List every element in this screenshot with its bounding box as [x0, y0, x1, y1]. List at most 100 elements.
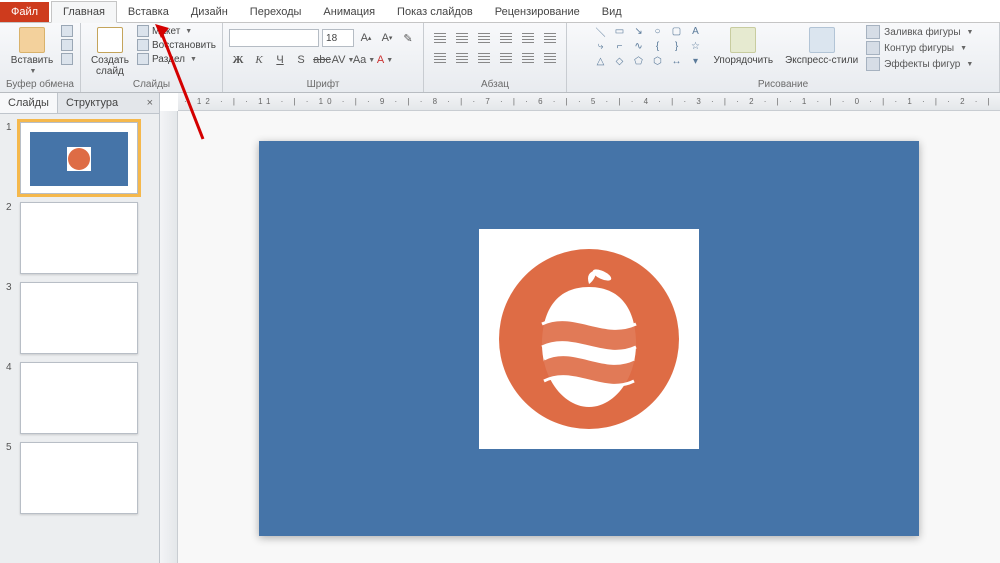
vertical-ruler[interactable] — [160, 111, 178, 563]
align-left-button[interactable] — [430, 49, 450, 67]
shape-rrect-icon[interactable]: ▢ — [669, 25, 685, 37]
ribbon-tab-strip: Файл Главная Вставка Дизайн Переходы Ани… — [0, 0, 1000, 23]
shapes-more-button[interactable]: ▾ — [688, 55, 704, 67]
decrease-indent-button[interactable] — [474, 29, 494, 47]
reset-icon — [137, 39, 149, 51]
font-color-button[interactable]: A▼ — [376, 51, 394, 69]
text-direction-button[interactable] — [540, 29, 560, 47]
paste-button[interactable]: Вставить ▼ — [7, 25, 57, 77]
numbering-button[interactable] — [452, 29, 472, 47]
arrange-button[interactable]: Упорядочить — [710, 25, 778, 68]
workspace: Слайды Структура × 1 2 3 4 5 — [0, 93, 1000, 563]
shape-connector-icon[interactable]: ⤷ — [593, 40, 609, 52]
thumbnail-2[interactable]: 2 — [0, 198, 159, 278]
tab-review[interactable]: Рецензирование — [484, 2, 591, 22]
shape-brace-icon[interactable]: { — [650, 40, 666, 52]
format-painter-button[interactable] — [61, 53, 73, 65]
group-font: 18 A▴ A▾ ✎ Ж К Ч S abc AV▼ Aa▼ A▼ Шрифт — [223, 23, 424, 92]
tab-design[interactable]: Дизайн — [180, 2, 239, 22]
paste-label: Вставить — [11, 55, 53, 66]
shape-text-icon[interactable]: A — [688, 25, 704, 37]
font-size-select[interactable]: 18 — [322, 29, 354, 47]
reset-button[interactable]: Восстановить — [137, 39, 216, 51]
new-slide-label: Создать слайд — [91, 55, 129, 77]
cut-button[interactable] — [61, 25, 73, 37]
strike-button[interactable]: abc — [313, 51, 331, 69]
group-label-slides: Слайды — [133, 79, 170, 92]
horizontal-ruler[interactable]: · 12 · | · 11 · | · 10 · | · 9 · | · 8 ·… — [178, 93, 1000, 111]
paste-icon — [19, 27, 45, 53]
font-family-select[interactable] — [229, 29, 319, 47]
thumbnail-1[interactable]: 1 — [0, 118, 159, 198]
align-center-button[interactable] — [452, 49, 472, 67]
tab-file[interactable]: Файл — [0, 2, 49, 22]
increase-indent-button[interactable] — [496, 29, 516, 47]
thumbnail-5[interactable]: 5 — [0, 438, 159, 518]
shape-line-icon[interactable]: ＼ — [593, 25, 609, 37]
slides-panel: Слайды Структура × 1 2 3 4 5 — [0, 93, 160, 563]
line-spacing-button[interactable] — [518, 29, 538, 47]
tab-animation[interactable]: Анимация — [312, 2, 386, 22]
shape-more-2[interactable]: ◇ — [612, 55, 628, 67]
section-button[interactable]: Раздел▼ — [137, 53, 216, 65]
tab-slideshow[interactable]: Показ слайдов — [386, 2, 484, 22]
shadow-button[interactable]: S — [292, 51, 310, 69]
shape-more-5[interactable]: ↔ — [669, 55, 685, 67]
group-slides: Создать слайд Макет▼ Восстановить Раздел… — [81, 23, 223, 92]
justify-button[interactable] — [496, 49, 516, 67]
arrange-icon — [730, 27, 756, 53]
panel-tab-slides[interactable]: Слайды — [0, 93, 58, 113]
quick-styles-button[interactable]: Экспресс-стили — [781, 25, 862, 68]
case-button[interactable]: Aa▼ — [355, 51, 373, 69]
tab-insert[interactable]: Вставка — [117, 2, 180, 22]
shape-outline-button[interactable]: Контур фигуры▼ — [866, 41, 973, 55]
chevron-down-icon: ▼ — [30, 68, 37, 75]
shape-brace2-icon[interactable]: } — [669, 40, 685, 52]
tab-home[interactable]: Главная — [51, 1, 117, 23]
shape-arrow-icon[interactable]: ↘ — [631, 25, 647, 37]
slide-1[interactable] — [259, 141, 919, 536]
section-icon — [137, 53, 149, 65]
shape-star-icon[interactable]: ☆ — [688, 40, 704, 52]
brush-icon — [61, 53, 73, 65]
shape-more-1[interactable]: △ — [593, 55, 609, 67]
align-right-button[interactable] — [474, 49, 494, 67]
smartart-button[interactable] — [540, 49, 560, 67]
bullets-button[interactable] — [430, 29, 450, 47]
quick-styles-icon — [809, 27, 835, 53]
shape-effects-button[interactable]: Эффекты фигур▼ — [866, 57, 973, 71]
shape-rect-icon[interactable]: ▭ — [612, 25, 628, 37]
canvas[interactable] — [178, 111, 1000, 563]
columns-button[interactable] — [518, 49, 538, 67]
shape-more-4[interactable]: ⬡ — [650, 55, 666, 67]
new-slide-button[interactable]: Создать слайд — [87, 25, 133, 79]
shape-curve-icon[interactable]: ∿ — [631, 40, 647, 52]
panel-close-button[interactable]: × — [141, 93, 159, 113]
tab-view[interactable]: Вид — [591, 2, 633, 22]
grow-font-button[interactable]: A▴ — [357, 29, 375, 47]
ribbon: Вставить ▼ Буфер обмена Создать слайд Ма… — [0, 23, 1000, 93]
group-label-drawing: Рисование — [758, 79, 808, 92]
shape-elbow-icon[interactable]: ⌐ — [612, 40, 628, 52]
copy-button[interactable] — [61, 39, 73, 51]
clear-format-button[interactable]: ✎ — [399, 29, 417, 47]
shape-oval-icon[interactable]: ○ — [650, 25, 666, 37]
underline-button[interactable]: Ч — [271, 51, 289, 69]
effects-icon — [866, 57, 880, 71]
group-label-clipboard: Буфер обмена — [6, 79, 74, 92]
shape-fill-button[interactable]: Заливка фигуры▼ — [866, 25, 973, 39]
layout-button[interactable]: Макет▼ — [137, 25, 216, 37]
thumbnail-3[interactable]: 3 — [0, 278, 159, 358]
shape-more-3[interactable]: ⬠ — [631, 55, 647, 67]
thumbnail-4[interactable]: 4 — [0, 358, 159, 438]
shrink-font-button[interactable]: A▾ — [378, 29, 396, 47]
spacing-button[interactable]: AV▼ — [334, 51, 352, 69]
shapes-gallery[interactable]: ＼ ▭ ↘ ○ ▢ A ⤷ ⌐ ∿ { } ☆ △ ◇ ⬠ ⬡ ↔ ▾ — [593, 25, 706, 69]
bold-button[interactable]: Ж — [229, 51, 247, 69]
panel-tab-outline[interactable]: Структура — [58, 93, 126, 113]
tab-transitions[interactable]: Переходы — [239, 2, 313, 22]
group-label-paragraph: Абзац — [481, 79, 509, 92]
italic-button[interactable]: К — [250, 51, 268, 69]
layout-icon — [137, 25, 149, 37]
inserted-image[interactable] — [479, 229, 699, 449]
